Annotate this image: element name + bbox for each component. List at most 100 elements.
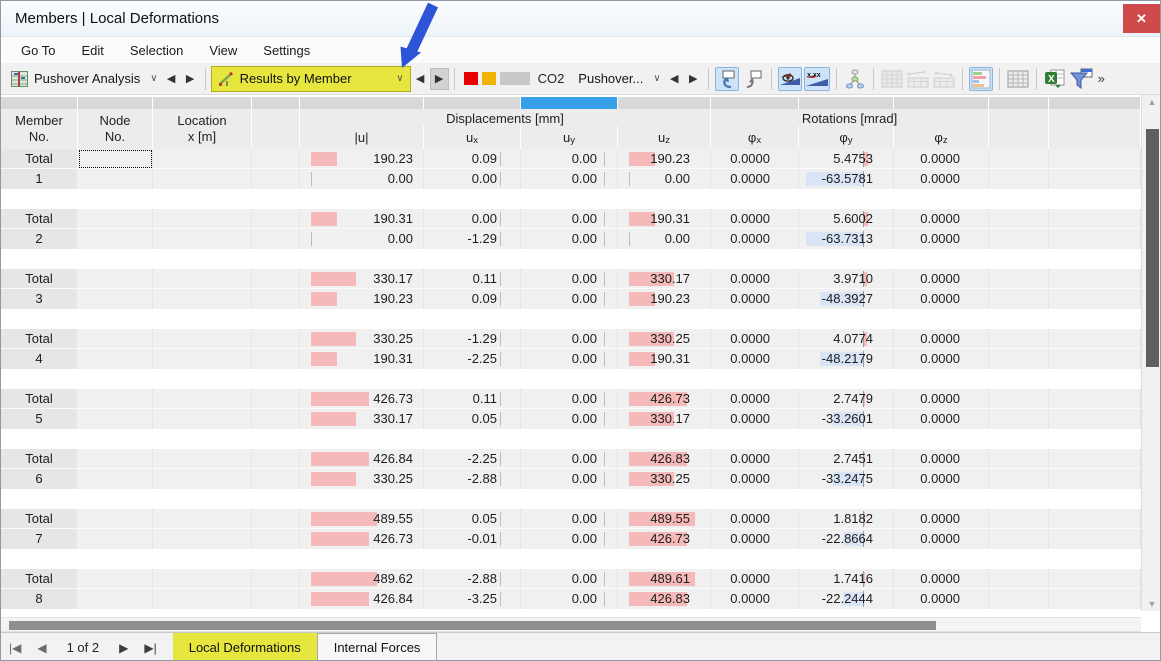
uy-cell[interactable]: 0.00: [521, 569, 618, 589]
uz-cell[interactable]: 190.23: [618, 149, 711, 169]
phiz-cell[interactable]: 0.0000: [894, 289, 989, 309]
phix-cell[interactable]: 0.0000: [711, 469, 799, 489]
empty-cell[interactable]: [252, 569, 300, 589]
node-no-cell[interactable]: [78, 329, 153, 349]
phiz-cell[interactable]: 0.0000: [894, 589, 989, 609]
menu-settings[interactable]: Settings: [253, 40, 320, 61]
phiy-cell[interactable]: -63.7313: [799, 229, 894, 249]
vertical-scrollbar[interactable]: ▲ ▼: [1141, 95, 1160, 611]
empty-cell[interactable]: [989, 469, 1049, 489]
results-prev-button[interactable]: ◀: [411, 68, 430, 90]
prev-page-button[interactable]: ◀: [29, 641, 54, 655]
u-cell[interactable]: 426.73: [300, 389, 424, 409]
menu-selection[interactable]: Selection: [120, 40, 193, 61]
empty-cell[interactable]: [989, 509, 1049, 529]
ux-cell[interactable]: -2.88: [424, 469, 521, 489]
phix-cell[interactable]: 0.0000: [711, 509, 799, 529]
uy-cell[interactable]: 0.00: [521, 589, 618, 609]
empty-cell[interactable]: [989, 329, 1049, 349]
ux-cell[interactable]: 0.05: [424, 509, 521, 529]
member-no-cell[interactable]: Total: [1, 269, 78, 289]
location-cell[interactable]: [153, 169, 252, 189]
empty-cell[interactable]: [252, 389, 300, 409]
phix-cell[interactable]: 0.0000: [711, 329, 799, 349]
member-no-cell[interactable]: 3: [1, 289, 78, 309]
node-no-cell[interactable]: [78, 349, 153, 369]
node-no-cell[interactable]: [78, 169, 153, 189]
ux-cell[interactable]: -0.01: [424, 529, 521, 549]
node-no-cell[interactable]: [78, 389, 153, 409]
phiy-cell[interactable]: 3.9710: [799, 269, 894, 289]
u-cell[interactable]: 0.00: [300, 229, 424, 249]
u-cell[interactable]: 489.62: [300, 569, 424, 589]
next-page-button[interactable]: ▶: [111, 641, 136, 655]
location-cell[interactable]: [153, 449, 252, 469]
phiz-cell[interactable]: 0.0000: [894, 349, 989, 369]
phiy-cell[interactable]: -48.3927: [799, 289, 894, 309]
empty-cell[interactable]: [1049, 589, 1141, 609]
empty-cell[interactable]: [252, 169, 300, 189]
phix-cell[interactable]: 0.0000: [711, 269, 799, 289]
uz-cell[interactable]: 426.73: [618, 529, 711, 549]
empty-cell[interactable]: [1049, 269, 1141, 289]
phix-cell[interactable]: 0.0000: [711, 569, 799, 589]
uy-cell[interactable]: 0.00: [521, 529, 618, 549]
member-no-cell[interactable]: 2: [1, 229, 78, 249]
member-no-cell[interactable]: Total: [1, 449, 78, 469]
ux-cell[interactable]: -2.88: [424, 569, 521, 589]
results-next-button[interactable]: ▶: [429, 67, 449, 90]
phiy-cell[interactable]: -22.2444: [799, 589, 894, 609]
empty-cell[interactable]: [1049, 409, 1141, 429]
node-no-cell[interactable]: [78, 469, 153, 489]
analysis-selector[interactable]: Pushover Analysis ∨: [7, 67, 162, 91]
empty-cell[interactable]: [252, 509, 300, 529]
empty-cell[interactable]: [1049, 149, 1141, 169]
empty-cell[interactable]: [989, 229, 1049, 249]
ux-cell[interactable]: -1.29: [424, 229, 521, 249]
load-case-prev-button[interactable]: ◀: [665, 68, 684, 90]
node-no-cell[interactable]: [78, 289, 153, 309]
u-cell[interactable]: 426.84: [300, 589, 424, 609]
empty-cell[interactable]: [989, 389, 1049, 409]
location-cell[interactable]: [153, 409, 252, 429]
empty-cell[interactable]: [989, 349, 1049, 369]
empty-cell[interactable]: [252, 469, 300, 489]
phix-cell[interactable]: 0.0000: [711, 169, 799, 189]
empty-cell[interactable]: [1049, 169, 1141, 189]
uy-cell[interactable]: 0.00: [521, 449, 618, 469]
table-view-button[interactable]: [880, 67, 904, 91]
location-cell[interactable]: [153, 569, 252, 589]
results-by-member-selector[interactable]: I Results by Member ∨: [210, 65, 411, 92]
location-cell[interactable]: [153, 589, 252, 609]
uy-cell[interactable]: 0.00: [521, 289, 618, 309]
u-cell[interactable]: 330.25: [300, 329, 424, 349]
phiz-cell[interactable]: 0.0000: [894, 149, 989, 169]
analysis-next-button[interactable]: ▶: [181, 68, 200, 90]
location-cell[interactable]: [153, 389, 252, 409]
phix-cell[interactable]: 0.0000: [711, 449, 799, 469]
member-no-cell[interactable]: Total: [1, 329, 78, 349]
empty-cell[interactable]: [989, 149, 1049, 169]
empty-cell[interactable]: [1049, 389, 1141, 409]
show-result-values-button[interactable]: x.xx: [803, 66, 830, 91]
empty-cell[interactable]: [989, 409, 1049, 429]
phix-cell[interactable]: 0.0000: [711, 409, 799, 429]
uy-cell[interactable]: 0.00: [521, 509, 618, 529]
ux-cell[interactable]: 0.09: [424, 149, 521, 169]
empty-cell[interactable]: [1049, 469, 1141, 489]
phiz-cell[interactable]: 0.0000: [894, 209, 989, 229]
phiz-cell[interactable]: 0.0000: [894, 529, 989, 549]
ux-cell[interactable]: 0.11: [424, 269, 521, 289]
last-page-button[interactable]: ▶|: [136, 641, 164, 655]
uz-cell[interactable]: 426.73: [618, 389, 711, 409]
phix-cell[interactable]: 0.0000: [711, 589, 799, 609]
u-cell[interactable]: 489.55: [300, 509, 424, 529]
phiy-cell[interactable]: -22.8664: [799, 529, 894, 549]
member-no-cell[interactable]: Total: [1, 209, 78, 229]
u-cell[interactable]: 190.23: [300, 149, 424, 169]
empty-cell[interactable]: [252, 149, 300, 169]
analysis-prev-button[interactable]: ◀: [162, 68, 181, 90]
phiy-cell[interactable]: 2.7451: [799, 449, 894, 469]
u-cell[interactable]: 330.25: [300, 469, 424, 489]
empty-cell[interactable]: [989, 449, 1049, 469]
